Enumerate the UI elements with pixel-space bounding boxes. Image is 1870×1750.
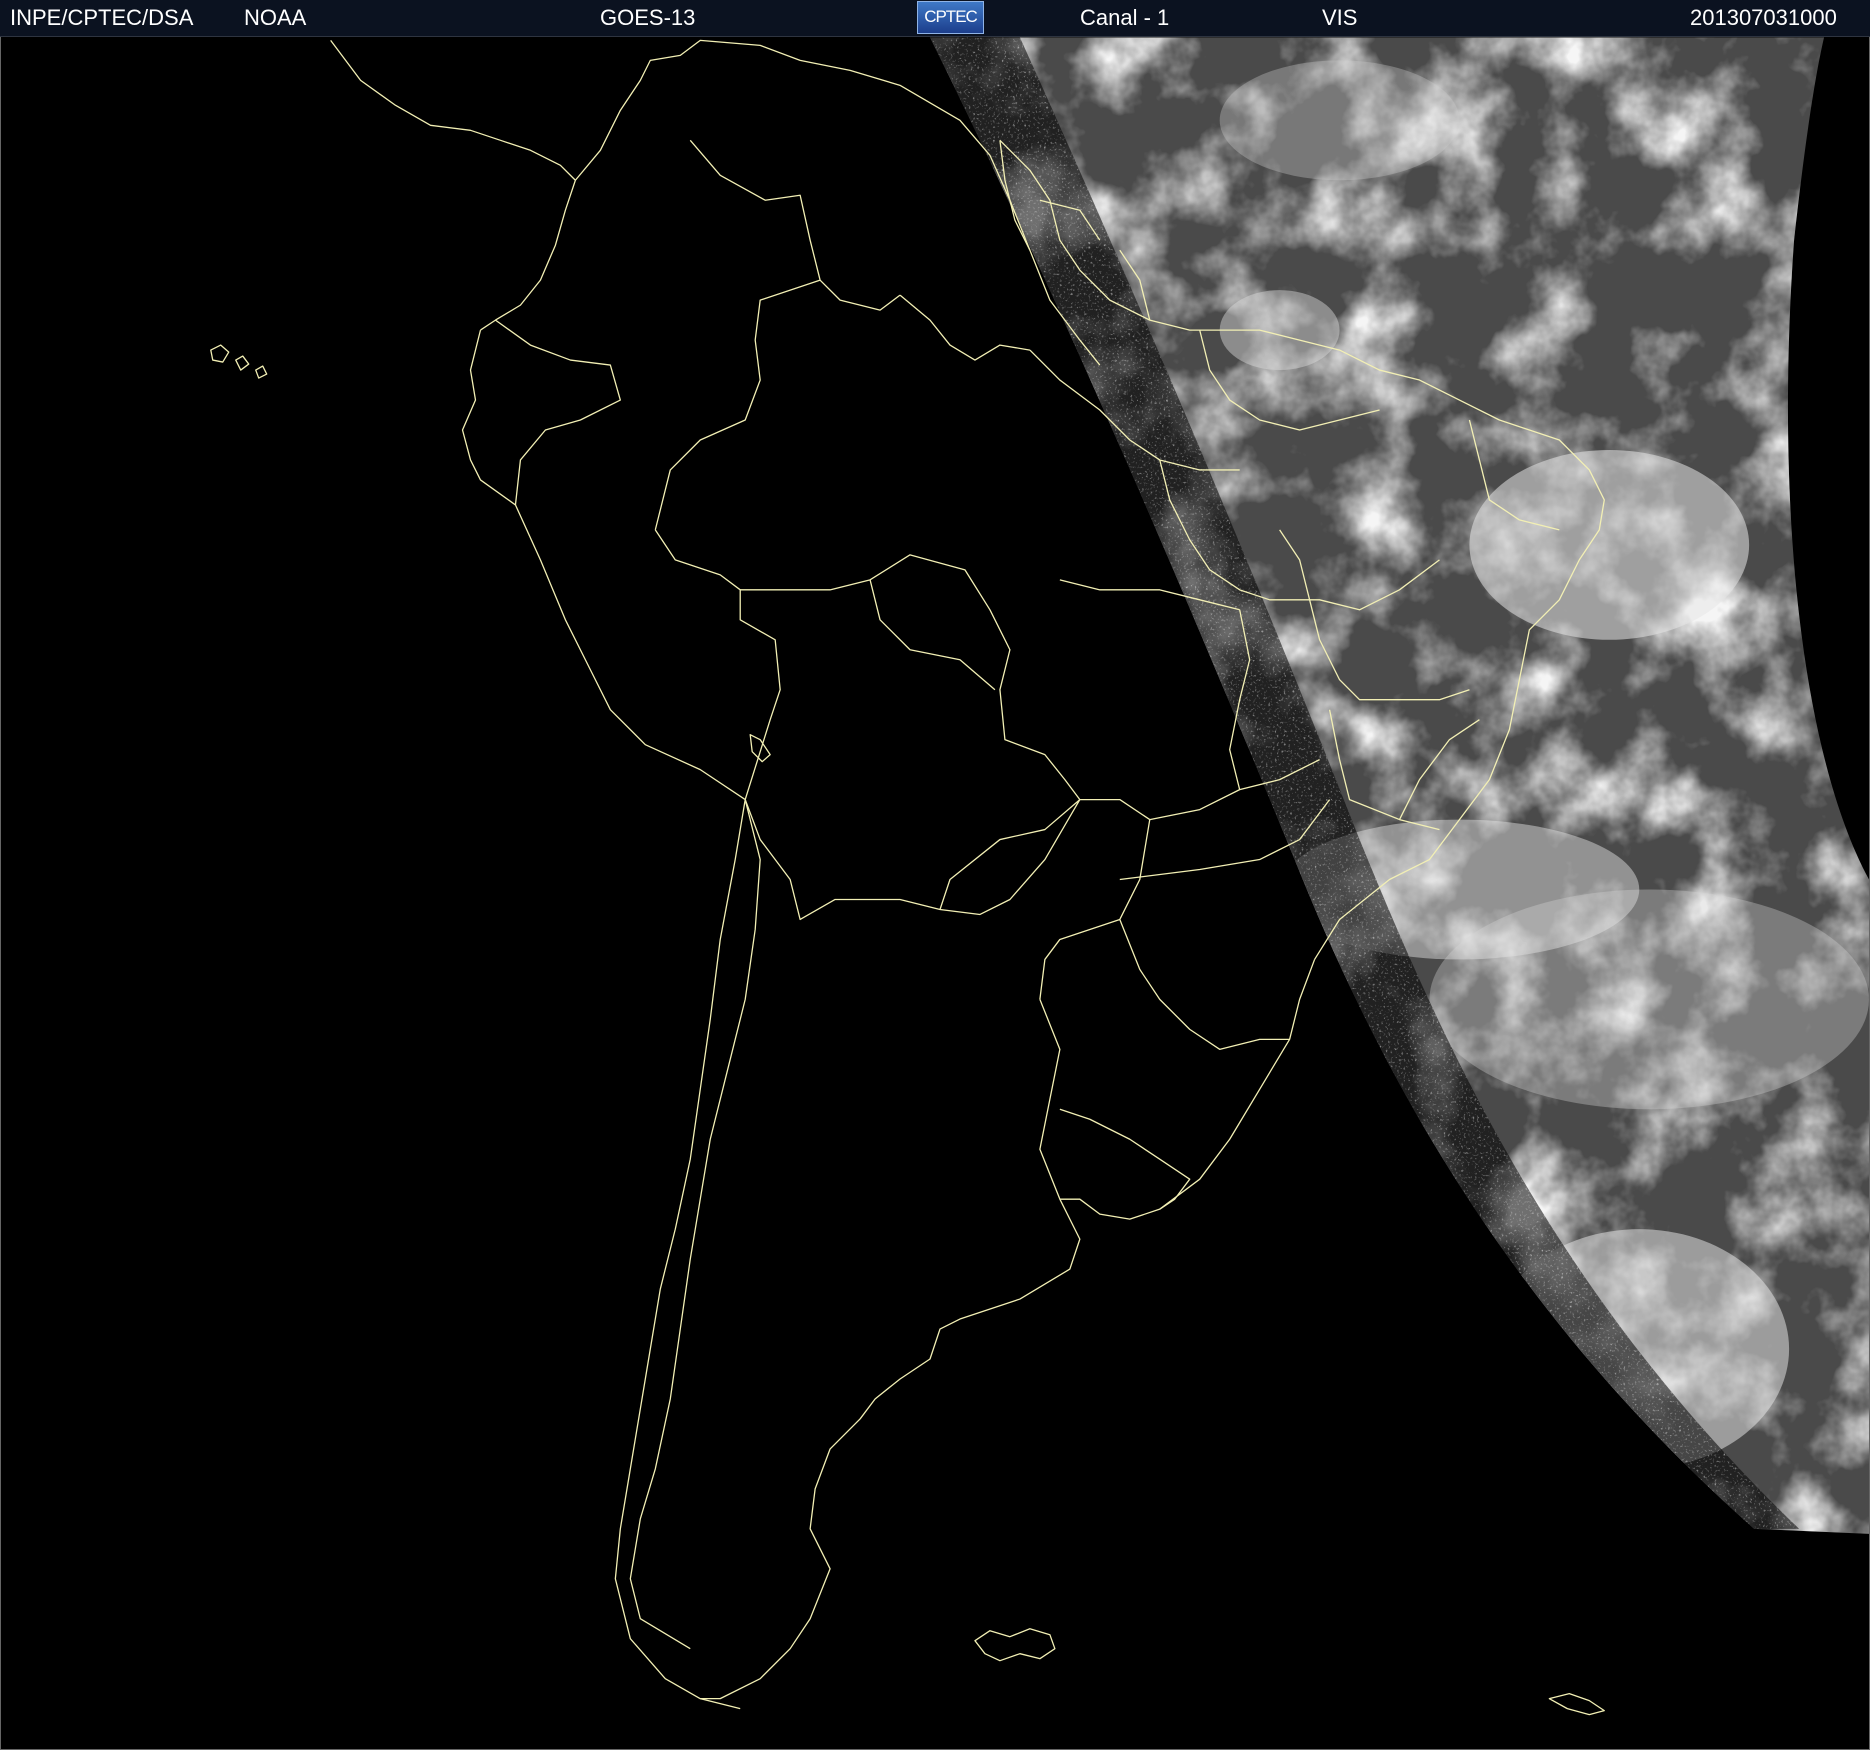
cptec-logo: CPTEC: [917, 1, 984, 34]
header-bar: INPE/CPTEC/DSA NOAA GOES-13 CPTEC Canal …: [0, 0, 1870, 37]
chile-coast: [614, 799, 746, 1710]
bolivia-paraguay-border: [744, 799, 1081, 921]
map-canvas: [210, 37, 1869, 1716]
colombia-brazil-border: [654, 279, 821, 531]
timestamp-label: 201307031000: [1690, 5, 1837, 30]
central-america-coast: [330, 40, 577, 331]
paraguay-outline: [939, 798, 1151, 1000]
galapagos-islands: [210, 344, 268, 379]
satellite-label: GOES-13: [600, 5, 696, 30]
institution-label: INPE/CPTEC/DSA: [10, 5, 194, 30]
colombia-venezuela-border: [689, 139, 901, 311]
lake-titicaca: [749, 734, 771, 763]
bolivia-outline: [869, 579, 996, 691]
brazil-bolivia-border: [740, 554, 1081, 800]
logo-text: CPTEC: [924, 7, 978, 26]
brazil-state-border-south: [1119, 919, 1290, 1050]
peru-brazil-border: [654, 529, 781, 800]
satellite-map: [0, 37, 1870, 1750]
ecuador-peru-border: [495, 319, 621, 505]
argentina-coast: [700, 999, 1081, 1700]
agency-label: NOAA: [244, 5, 307, 30]
venezuela-brazil-border: [899, 294, 1031, 361]
band-label: VIS: [1322, 5, 1358, 30]
channel-label: Canal - 1: [1080, 5, 1170, 30]
ecuador-coast: [461, 329, 516, 506]
day-side-imagery: [930, 37, 1869, 1534]
falkland-islands: [974, 1628, 1056, 1662]
brazil-south-coast: [1159, 959, 1316, 1210]
satellite-image-frame: INPE/CPTEC/DSA NOAA GOES-13 CPTEC Canal …: [0, 0, 1870, 1750]
peru-coast: [514, 504, 746, 801]
chile-argentina-border: [629, 799, 761, 1650]
south-georgia: [1548, 1692, 1605, 1716]
uruguay-outline: [1059, 1108, 1191, 1220]
